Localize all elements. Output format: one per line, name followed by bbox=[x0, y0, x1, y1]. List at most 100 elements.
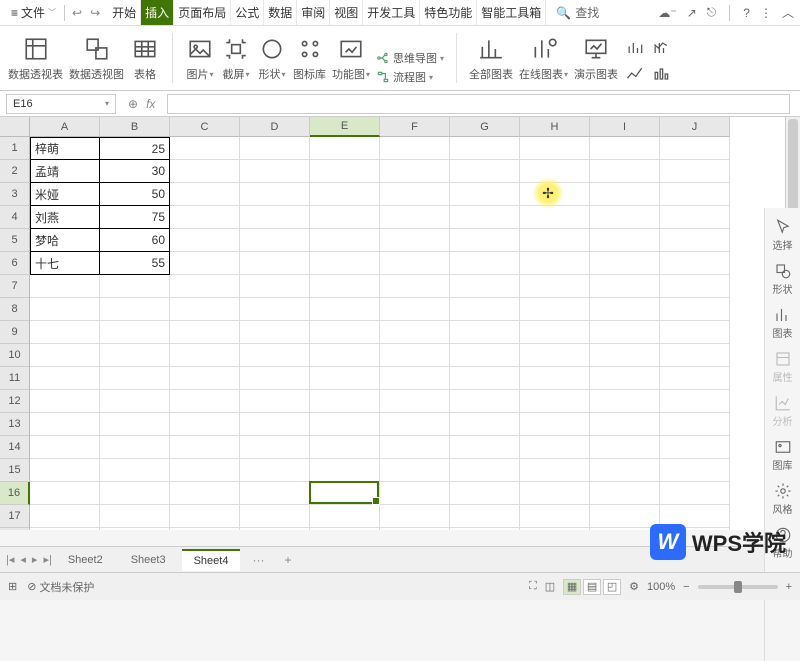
row-header[interactable]: 13 bbox=[0, 413, 30, 436]
cell[interactable] bbox=[450, 229, 520, 252]
column-chart-button[interactable] bbox=[650, 63, 672, 85]
cell[interactable]: 十七 bbox=[30, 252, 100, 275]
cell[interactable] bbox=[660, 459, 730, 482]
column-header[interactable]: I bbox=[590, 117, 660, 137]
cell[interactable] bbox=[520, 413, 590, 436]
select-all-corner[interactable] bbox=[0, 117, 30, 137]
cell[interactable] bbox=[310, 206, 380, 229]
cell[interactable] bbox=[380, 275, 450, 298]
cell[interactable] bbox=[30, 321, 100, 344]
cell[interactable] bbox=[520, 298, 590, 321]
panel-select[interactable]: 选择 bbox=[765, 214, 800, 256]
file-menu[interactable]: ≡ 文件 ﹀ bbox=[6, 4, 61, 21]
cell[interactable] bbox=[450, 390, 520, 413]
cell[interactable] bbox=[590, 206, 660, 229]
cell[interactable] bbox=[310, 436, 380, 459]
pivot-table-button[interactable]: 数据透视表 bbox=[8, 31, 63, 85]
column-header[interactable]: J bbox=[660, 117, 730, 137]
cell[interactable] bbox=[590, 229, 660, 252]
cell[interactable] bbox=[660, 344, 730, 367]
row-header[interactable]: 9 bbox=[0, 321, 30, 344]
cell[interactable] bbox=[380, 413, 450, 436]
cell[interactable] bbox=[590, 183, 660, 206]
cell[interactable] bbox=[170, 252, 240, 275]
cell[interactable] bbox=[520, 321, 590, 344]
cell[interactable] bbox=[450, 436, 520, 459]
cell[interactable] bbox=[100, 390, 170, 413]
zoom-out-button[interactable]: − bbox=[683, 581, 689, 593]
tab-review[interactable]: 审阅 bbox=[297, 0, 330, 25]
cell[interactable] bbox=[590, 482, 660, 505]
doc-protect[interactable]: ⊘ 文档未保护 bbox=[27, 579, 94, 595]
table-button[interactable]: 表格 bbox=[130, 31, 160, 85]
help-icon[interactable]: ? bbox=[743, 6, 750, 20]
cell[interactable] bbox=[30, 505, 100, 528]
row-header[interactable]: 11 bbox=[0, 367, 30, 390]
scrollbar-thumb[interactable] bbox=[788, 119, 798, 219]
cell[interactable] bbox=[240, 275, 310, 298]
cell[interactable] bbox=[310, 528, 380, 530]
cell[interactable] bbox=[30, 436, 100, 459]
cell[interactable] bbox=[450, 298, 520, 321]
cell[interactable] bbox=[30, 344, 100, 367]
reading-icon[interactable]: ◫ bbox=[545, 580, 555, 593]
cell[interactable] bbox=[590, 252, 660, 275]
cell[interactable] bbox=[100, 505, 170, 528]
cell[interactable] bbox=[450, 344, 520, 367]
cell[interactable] bbox=[240, 528, 310, 530]
cell[interactable]: 55 bbox=[100, 252, 170, 275]
cell[interactable] bbox=[380, 206, 450, 229]
tab-formula[interactable]: 公式 bbox=[231, 0, 264, 25]
cell[interactable] bbox=[170, 206, 240, 229]
mindmap-button[interactable]: 思维导图▾ bbox=[376, 50, 444, 66]
cell[interactable] bbox=[170, 321, 240, 344]
cell[interactable] bbox=[590, 137, 660, 160]
cell[interactable] bbox=[380, 367, 450, 390]
normal-view-button[interactable]: ▦ bbox=[563, 579, 581, 595]
fullscreen-icon[interactable]: ⛶ bbox=[529, 580, 537, 593]
cell[interactable] bbox=[520, 160, 590, 183]
online-chart-button[interactable]: 在线图表▾ bbox=[519, 31, 568, 85]
cell[interactable]: 刘燕 bbox=[30, 206, 100, 229]
cloud-sync-icon[interactable]: ☁⁻ bbox=[658, 6, 676, 20]
redo-icon[interactable]: ↪ bbox=[86, 6, 104, 20]
cell[interactable] bbox=[590, 459, 660, 482]
cell[interactable] bbox=[660, 505, 730, 528]
cell[interactable] bbox=[590, 528, 660, 530]
add-sheet-button[interactable]: + bbox=[276, 553, 299, 567]
cell[interactable] bbox=[170, 298, 240, 321]
cell[interactable] bbox=[520, 436, 590, 459]
cell[interactable] bbox=[520, 505, 590, 528]
cell[interactable] bbox=[450, 252, 520, 275]
cell[interactable] bbox=[100, 436, 170, 459]
cell[interactable] bbox=[380, 160, 450, 183]
share-icon[interactable]: ↗ bbox=[687, 6, 697, 20]
cell[interactable] bbox=[380, 137, 450, 160]
cell[interactable] bbox=[310, 459, 380, 482]
row-header[interactable]: 17 bbox=[0, 505, 30, 528]
cell[interactable] bbox=[240, 321, 310, 344]
cell[interactable] bbox=[660, 137, 730, 160]
cell[interactable] bbox=[450, 137, 520, 160]
cell[interactable] bbox=[660, 321, 730, 344]
cell[interactable] bbox=[170, 459, 240, 482]
cell[interactable] bbox=[170, 229, 240, 252]
column-header[interactable]: B bbox=[100, 117, 170, 137]
cell[interactable] bbox=[660, 413, 730, 436]
cell[interactable] bbox=[590, 436, 660, 459]
cell[interactable]: 25 bbox=[100, 137, 170, 160]
cell[interactable] bbox=[240, 229, 310, 252]
cell[interactable] bbox=[660, 367, 730, 390]
line-chart-button[interactable] bbox=[624, 63, 646, 85]
cell[interactable] bbox=[310, 390, 380, 413]
cell[interactable] bbox=[310, 482, 380, 505]
picture-button[interactable]: 图片▾ bbox=[185, 31, 215, 85]
cell[interactable] bbox=[590, 367, 660, 390]
cell[interactable] bbox=[380, 459, 450, 482]
cell[interactable] bbox=[170, 528, 240, 530]
cell[interactable] bbox=[240, 413, 310, 436]
cell[interactable] bbox=[100, 528, 170, 530]
sheet-tab[interactable]: Sheet2 bbox=[56, 550, 115, 570]
panel-help[interactable]: 帮助 bbox=[765, 522, 800, 564]
cell[interactable] bbox=[660, 390, 730, 413]
